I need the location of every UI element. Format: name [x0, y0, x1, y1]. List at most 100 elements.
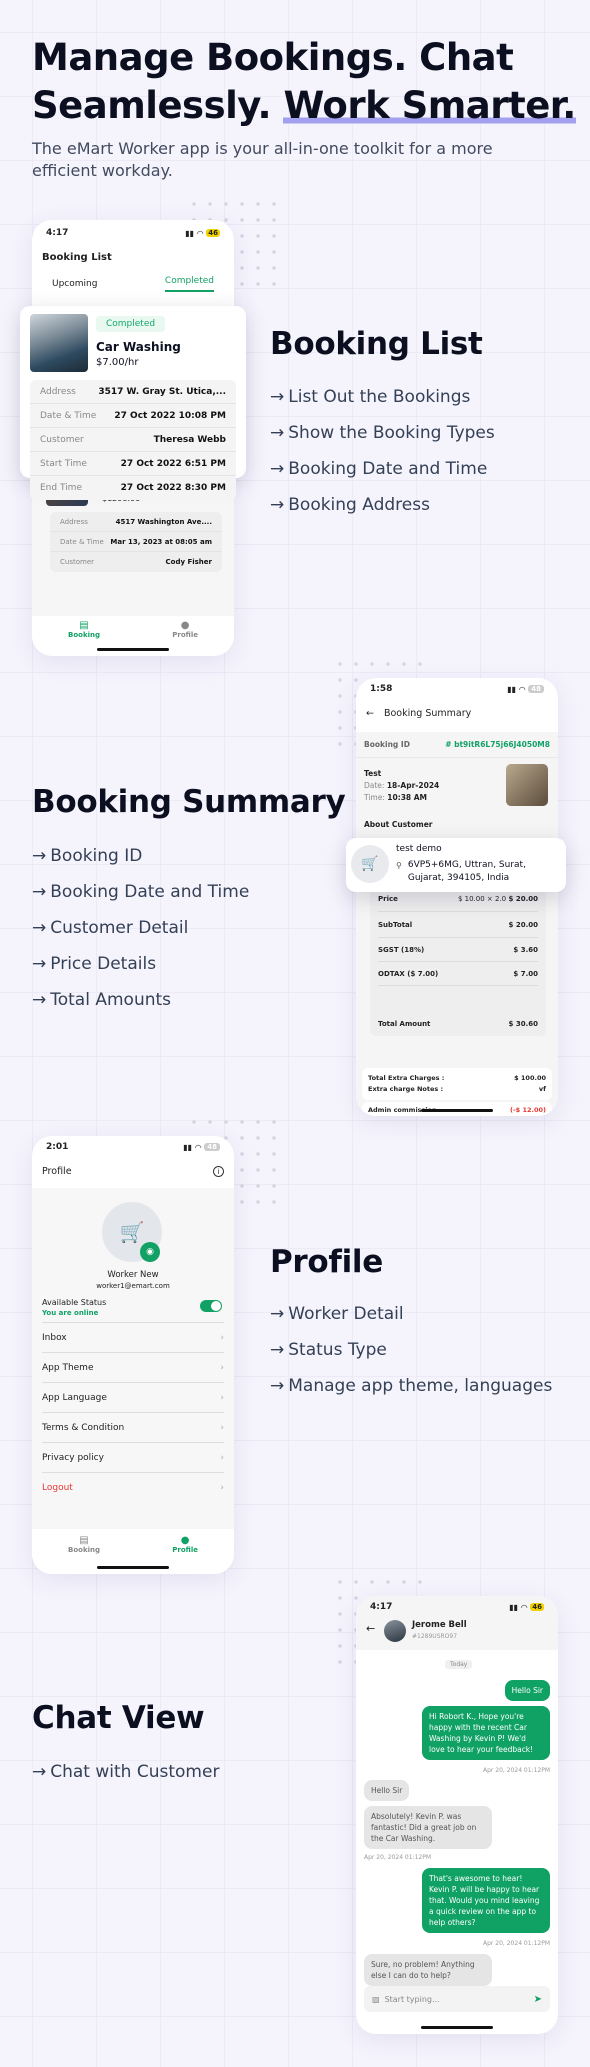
message-timestamp: Apr 20, 2024 01:12PM	[483, 1940, 550, 1947]
status-icons: ▮▮ ◠ 48	[183, 1143, 220, 1152]
booking-list-features: → List Out the Bookings → Show the Booking…	[270, 379, 495, 523]
nav-booking[interactable]: ▤ Booking	[68, 1535, 100, 1554]
chat-header: 4:17 ▮▮ ◠ 46 ← Jerome Bell #1289USRO97	[356, 1596, 558, 1650]
status-badge: Completed	[96, 316, 166, 332]
worker-name: Worker New	[107, 1270, 159, 1280]
arrow-right-icon: →	[270, 1304, 285, 1324]
profile-features: → Worker Detail → Status Type → Manage app …	[270, 1296, 552, 1404]
profile-menu: Inbox › App Theme › App Language › Terms & …	[32, 1323, 234, 1503]
price-row: SubTotal $ 20.00	[378, 912, 538, 938]
message-input-placeholder: Start typing...	[384, 1994, 440, 2004]
nav-booking[interactable]: ▤ Booking	[68, 620, 100, 639]
chevron-right-icon: ›	[220, 1483, 224, 1493]
service-price: $7.00/hr	[96, 357, 139, 368]
customer-name: test demo	[396, 844, 442, 854]
detail-row: Customer Theresa Webb	[30, 428, 236, 452]
camera-icon[interactable]: ◉	[140, 1242, 160, 1262]
menu-item-logout[interactable]: Logout ›	[42, 1473, 224, 1503]
booking-summary-features: → Booking ID → Booking Date and Time → Cust…	[32, 838, 249, 1018]
send-icon[interactable]: ➤	[534, 1994, 542, 2005]
contact-name: Jerome Bell	[412, 1620, 467, 1630]
detail-row: End Time 27 Oct 2022 8:30 PM	[40, 483, 226, 493]
battery-icon: 46	[206, 229, 220, 237]
location-pin-icon: ⚲	[396, 861, 402, 870]
home-indicator	[97, 1566, 169, 1569]
arrow-right-icon: →	[32, 990, 47, 1010]
wifi-icon: ◠	[195, 1142, 202, 1152]
worker-email: worker1@emart.com	[96, 1282, 170, 1290]
profile-phone: 2:01 ▮▮ ◠ 48 Profile i 🛒 ◉ Worker New work…	[32, 1136, 234, 1574]
message-outgoing: Hello Sir	[504, 1680, 550, 1701]
section-title-booking-summary: Booking Summary	[32, 784, 346, 820]
tab-upcoming[interactable]: Upcoming	[52, 279, 97, 289]
message-input[interactable]: ▨ Start typing... ➤	[364, 1986, 550, 2012]
menu-item-terms[interactable]: Terms & Condition ›	[42, 1413, 224, 1443]
arrow-right-icon: →	[32, 882, 47, 902]
home-indicator	[421, 2026, 493, 2029]
price-row: SGST (18%) $ 3.60	[378, 938, 538, 962]
price-table: Price $ 10.00 × 2.0 $ 20.00 SubTotal $ 20.…	[370, 886, 546, 1036]
page-title: Booking Summary	[383, 708, 472, 719]
summary-header: ← Booking Summary	[356, 700, 558, 727]
customer-avatar: 🛒	[351, 845, 389, 883]
customer-card: 🛒 test demo ⚲ 6VP5+6MG, Uttran, Surat, Gu…	[346, 838, 566, 892]
image-attach-icon[interactable]: ▨	[372, 1995, 380, 2004]
booking-id: # bt9itR6L75j66J4050M8	[445, 740, 550, 749]
status-icons: ▮▮ ◠ 48	[507, 685, 544, 694]
hero-title-line1: Manage Bookings. Chat	[32, 36, 514, 79]
feature-item: → Total Amounts	[32, 990, 172, 1010]
message-timestamp: Apr 20, 2024 01:12PM	[364, 1854, 431, 1861]
section-title-booking-list: Booking List	[270, 326, 483, 362]
status-icons: ▮▮ ◠ 46	[185, 229, 220, 238]
car-washing-image	[30, 314, 88, 372]
arrow-right-icon: →	[32, 954, 47, 974]
nav-profile[interactable]: ● Profile	[172, 620, 198, 639]
contact-id: #1289USRO97	[412, 1633, 458, 1640]
message-outgoing: That's awesome to hear! Kevin P. will be…	[422, 1868, 550, 1933]
booking-card[interactable]: Completed Car Washing $7.00/hr Address 35…	[20, 306, 246, 500]
menu-item-app-language[interactable]: App Language ›	[42, 1383, 224, 1413]
extra-charges: Total Extra Charges : $ 100.00 Extra char…	[362, 1068, 552, 1100]
message-incoming: Sure, no problem! Anything else I can do…	[364, 1954, 492, 1986]
status-icons: ▮▮ ◠ 46	[509, 1603, 544, 1612]
status-label: Available Status	[42, 1298, 107, 1307]
battery-icon: 48	[528, 685, 544, 693]
hero-subtitle: The eMart Worker app is your all-in-one …	[32, 139, 493, 180]
menu-item-inbox[interactable]: Inbox ›	[42, 1323, 224, 1353]
battery-icon: 48	[204, 1143, 220, 1151]
detail-row: Address 3517 W. Gray St. Utica,...	[30, 380, 236, 404]
back-arrow-icon[interactable]: ←	[366, 1622, 375, 1635]
chevron-right-icon: ›	[220, 1422, 224, 1433]
total-row: Total Amount $ 30.60	[378, 1020, 538, 1028]
arrow-right-icon: →	[270, 387, 285, 407]
wifi-icon: ◠	[519, 684, 526, 694]
profile-header: Profile i	[32, 1158, 234, 1185]
feature-item: → Booking ID	[32, 846, 143, 866]
arrow-right-icon: →	[270, 423, 285, 443]
feature-item: → Status Type	[270, 1340, 387, 1360]
info-icon[interactable]: i	[213, 1166, 224, 1177]
feature-item: → Chat with Customer	[32, 1762, 220, 1782]
menu-item-privacy[interactable]: Privacy policy ›	[42, 1443, 224, 1473]
service-name: Car Washing	[96, 340, 181, 354]
page-title: Booking List	[42, 252, 112, 263]
status-toggle[interactable]	[200, 1300, 222, 1312]
hero-title-highlight: Work Smarter.	[283, 84, 576, 127]
menu-item-app-theme[interactable]: App Theme ›	[42, 1353, 224, 1383]
chat-phone: 4:17 ▮▮ ◠ 46 ← Jerome Bell #1289USRO97 Tod…	[356, 1596, 558, 2034]
nav-profile[interactable]: ● Profile	[172, 1535, 198, 1554]
booking-icon: ▤	[79, 619, 89, 631]
signal-icon: ▮▮	[509, 1602, 519, 1612]
feature-item: → Customer Detail	[32, 918, 189, 938]
detail-row: Date & Time Mar 13, 2023 at 08:05 am	[50, 532, 222, 552]
tab-completed[interactable]: Completed	[164, 276, 214, 292]
home-indicator	[421, 1109, 493, 1112]
profile-icon: ●	[180, 1535, 190, 1546]
feature-item: → Booking Date and Time	[270, 459, 488, 479]
arrow-right-icon: →	[270, 459, 285, 479]
page-title: Profile	[42, 1166, 72, 1177]
back-arrow-icon[interactable]: ←	[366, 708, 374, 719]
signal-icon: ▮▮	[185, 228, 195, 238]
status-value: You are online	[42, 1309, 99, 1317]
bottom-nav: ▤ Booking ● Profile	[32, 616, 234, 642]
